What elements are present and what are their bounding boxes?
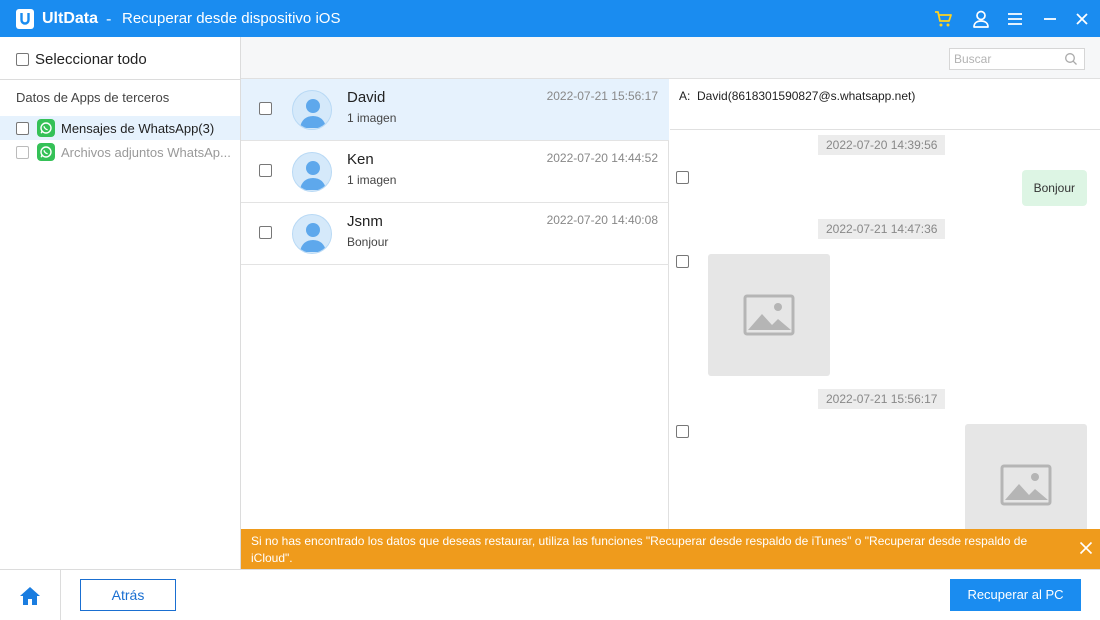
recover-to-pc-button[interactable]: Recuperar al PC: [950, 579, 1081, 611]
close-icon[interactable]: [1072, 9, 1092, 29]
image-placeholder[interactable]: [965, 424, 1087, 529]
close-icon[interactable]: [1079, 541, 1093, 555]
notice-text: Si no has encontrado los datos que desea…: [251, 534, 1028, 565]
chat-header: A: David(8618301590827@s.whatsapp.net): [670, 79, 1100, 130]
back-button[interactable]: Atrás: [80, 579, 176, 611]
recipient-label: A:: [679, 89, 691, 103]
notice-banner: Si no has encontrado los datos que desea…: [241, 529, 1100, 569]
home-button[interactable]: [0, 570, 61, 620]
user-icon[interactable]: [971, 9, 991, 29]
conversation-item[interactable]: David 1 imagen 2022-07-21 15:56:17: [241, 79, 669, 141]
footer: Atrás Recuperar al PC: [0, 569, 1100, 620]
message-timestamp: 2022-07-20 14:39:56: [818, 135, 946, 155]
sidebar-item-label: Archivos adjuntos WhatsAp...: [61, 144, 231, 160]
conversation-checkbox[interactable]: [259, 226, 272, 239]
divider: [0, 79, 241, 80]
select-all[interactable]: Seleccionar todo: [16, 51, 147, 68]
message-bubble: Bonjour: [1021, 170, 1087, 206]
title-separator: -: [106, 10, 112, 28]
conversation-item[interactable]: Jsnm Bonjour 2022-07-20 14:40:08: [241, 203, 669, 265]
app-name: UltData: [42, 10, 99, 27]
sidebar-item-whatsapp-messages[interactable]: Mensajes de WhatsApp(3): [0, 116, 240, 140]
message-checkbox[interactable]: [676, 171, 689, 184]
toolbar: [241, 37, 1100, 79]
category-title: Datos de Apps de terceros: [16, 90, 170, 105]
conversation-list: David 1 imagen 2022-07-21 15:56:17 Ken 1…: [241, 79, 669, 529]
sidebar-item-checkbox[interactable]: [16, 121, 29, 135]
conversation-item[interactable]: Ken 1 imagen 2022-07-20 14:44:52: [241, 141, 669, 203]
sidebar-item-checkbox[interactable]: [16, 145, 29, 159]
contact-name: Jsnm: [347, 213, 383, 230]
search-input[interactable]: [950, 52, 1058, 66]
select-all-label: Seleccionar todo: [35, 51, 147, 68]
whatsapp-icon: [37, 119, 55, 137]
chat-recipient: A: David(8618301590827@s.whatsapp.net): [679, 89, 915, 103]
avatar: [292, 214, 332, 254]
image-placeholder[interactable]: [708, 254, 830, 376]
cart-icon[interactable]: [933, 9, 953, 29]
chat-panel: A: David(8618301590827@s.whatsapp.net) 2…: [670, 79, 1100, 529]
category-sidebar: Seleccionar todo Datos de Apps de tercer…: [0, 37, 241, 569]
minimize-icon[interactable]: [1040, 9, 1060, 29]
sidebar-item-whatsapp-attachments[interactable]: Archivos adjuntos WhatsAp...: [0, 140, 240, 164]
contact-preview: 1 imagen: [347, 173, 397, 187]
contact-preview: 1 imagen: [347, 111, 397, 125]
window-subtitle: Recuperar desde dispositivo iOS: [122, 10, 341, 27]
image-icon: [743, 294, 795, 336]
recipient-value: David(8618301590827@s.whatsapp.net): [697, 89, 916, 103]
message-checkbox[interactable]: [676, 425, 689, 438]
image-icon: [1000, 464, 1052, 506]
message-timestamp: 2022-07-21 14:47:36: [818, 219, 946, 239]
whatsapp-icon: [37, 143, 55, 161]
contact-preview: Bonjour: [347, 235, 389, 249]
title-bar: UltData - Recuperar desde dispositivo iO…: [0, 0, 1100, 37]
message-checkbox[interactable]: [676, 255, 689, 268]
home-icon: [20, 586, 40, 605]
avatar: [292, 152, 332, 192]
search-box[interactable]: [949, 48, 1085, 70]
contact-time: 2022-07-20 14:40:08: [546, 213, 658, 227]
menu-icon[interactable]: [1005, 9, 1025, 29]
avatar: [292, 90, 332, 130]
sidebar-item-label: Mensajes de WhatsApp(3): [61, 120, 215, 136]
logo-icon: [16, 9, 34, 29]
contact-time: 2022-07-21 15:56:17: [546, 89, 658, 103]
search-icon[interactable]: [1064, 52, 1078, 66]
contact-time: 2022-07-20 14:44:52: [546, 151, 658, 165]
conversation-checkbox[interactable]: [259, 102, 272, 115]
message-timestamp: 2022-07-21 15:56:17: [818, 389, 946, 409]
conversation-checkbox[interactable]: [259, 164, 272, 177]
contact-name: Ken: [347, 151, 374, 168]
select-all-checkbox[interactable]: [16, 53, 29, 66]
contact-name: David: [347, 89, 386, 106]
